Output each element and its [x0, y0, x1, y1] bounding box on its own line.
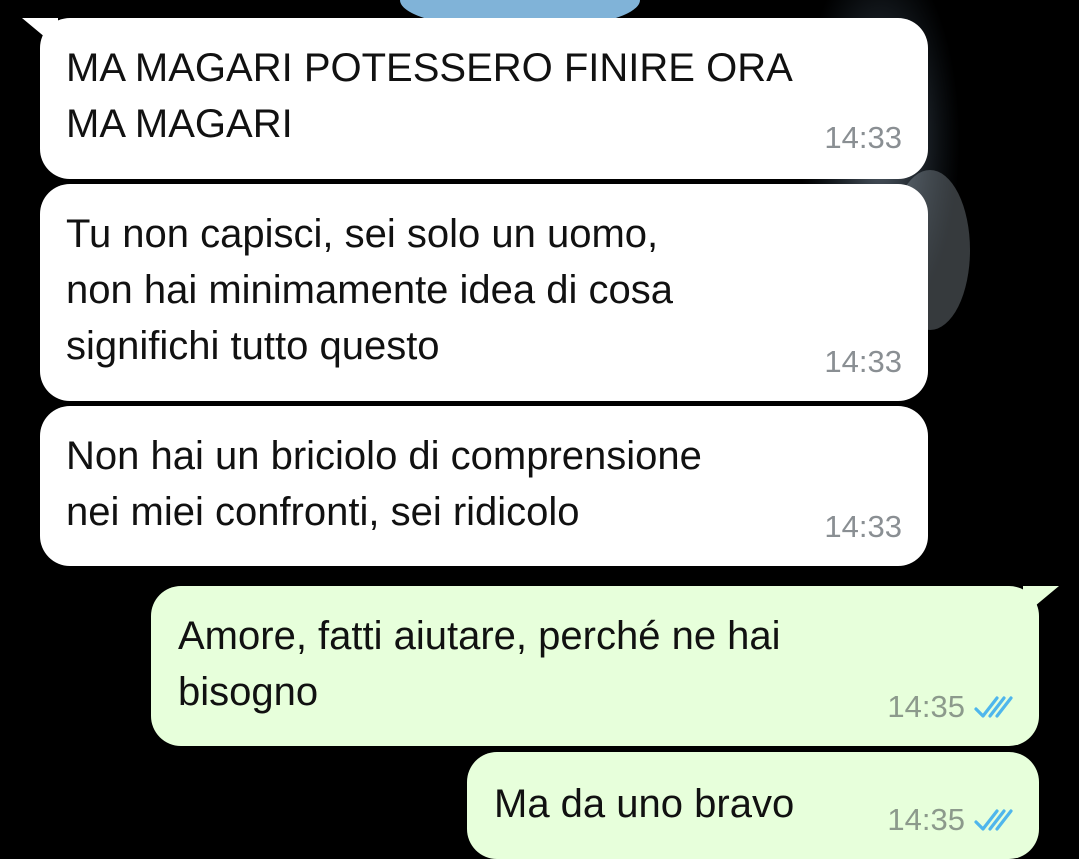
- message-meta: 14:33: [824, 345, 902, 379]
- chat-conversation: MA MAGARI POTESSERO FINIRE ORA MA MAGARI…: [0, 0, 1079, 859]
- message-text: Ma da uno bravo: [494, 782, 795, 826]
- message-text: Amore, fatti aiutare, perché ne hai biso…: [178, 614, 781, 714]
- message-bubble-incoming[interactable]: Non hai un briciolo di comprensione nei …: [40, 406, 928, 566]
- message-bubble-outgoing[interactable]: Amore, fatti aiutare, perché ne hai biso…: [151, 586, 1039, 746]
- message-time: 14:33: [824, 120, 902, 155]
- message-meta: 14:35: [887, 803, 1017, 837]
- message-bubble-incoming[interactable]: MA MAGARI POTESSERO FINIRE ORA MA MAGARI…: [40, 18, 928, 179]
- message-text: Tu non capisci, sei solo un uomo, non ha…: [66, 212, 674, 368]
- bubble-tail-icon: [1023, 586, 1059, 616]
- double-check-read-icon: [974, 809, 1013, 831]
- message-meta: 14:33: [824, 510, 902, 544]
- message-time: 14:33: [824, 344, 902, 379]
- message-meta: 14:33: [824, 121, 902, 155]
- message-text: Non hai un briciolo di comprensione nei …: [66, 434, 702, 534]
- double-check-read-icon: [974, 696, 1013, 718]
- message-time: 14:35: [887, 802, 965, 837]
- message-bubble-incoming[interactable]: Tu non capisci, sei solo un uomo, non ha…: [40, 184, 928, 401]
- message-bubble-outgoing[interactable]: Ma da uno bravo 14:35: [467, 752, 1039, 859]
- message-time: 14:35: [887, 689, 965, 724]
- bubble-tail-icon: [22, 18, 58, 48]
- message-time: 14:33: [824, 509, 902, 544]
- message-text: MA MAGARI POTESSERO FINIRE ORA MA MAGARI: [66, 46, 793, 146]
- message-meta: 14:35: [887, 690, 1017, 724]
